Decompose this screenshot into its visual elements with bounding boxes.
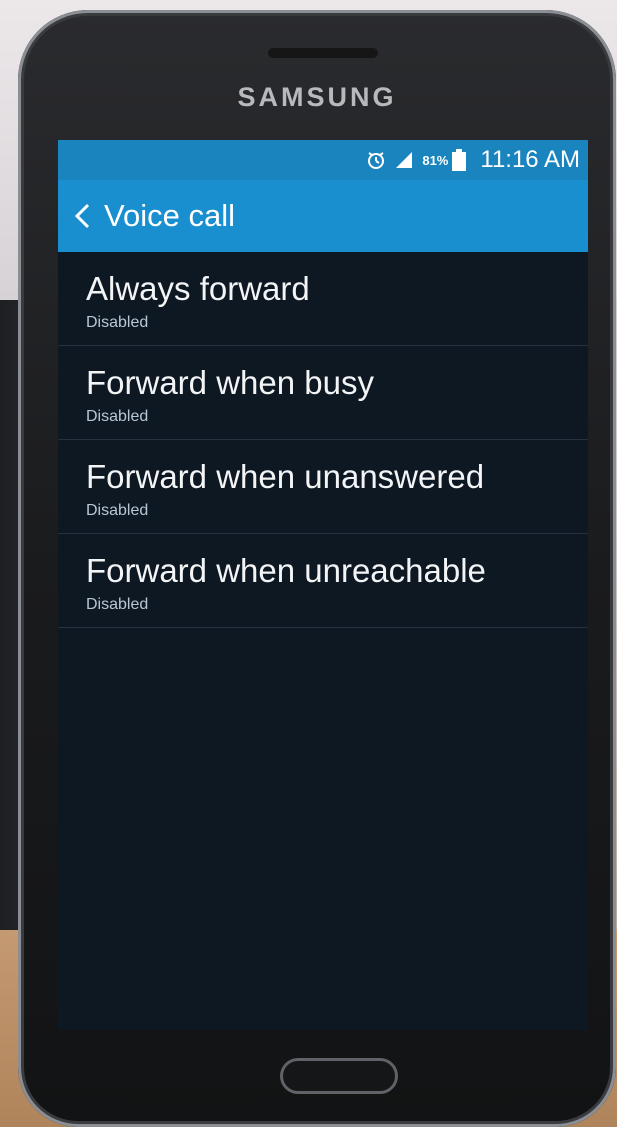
phone-screen: 81% 11:16 AM Voice call Always forward D… (58, 140, 588, 1030)
chevron-left-icon[interactable] (72, 201, 94, 231)
status-bar: 81% 11:16 AM (58, 140, 588, 180)
setting-title: Forward when unreachable (86, 552, 486, 589)
signal-icon (394, 150, 414, 170)
setting-forward-when-busy[interactable]: Forward when busy Disabled (58, 346, 588, 440)
setting-title: Forward when busy (86, 364, 374, 401)
setting-always-forward[interactable]: Always forward Disabled (58, 252, 588, 346)
clock: 11:16 AM (480, 146, 580, 173)
setting-title: Always forward (86, 270, 310, 307)
battery-icon (452, 149, 467, 171)
setting-status: Disabled (86, 408, 149, 425)
setting-status: Disabled (86, 502, 149, 519)
setting-forward-when-unreachable[interactable]: Forward when unreachable Disabled (58, 534, 588, 628)
brand-logo: SAMSUNG (237, 82, 397, 112)
home-button[interactable] (280, 1058, 398, 1094)
setting-status: Disabled (86, 596, 149, 613)
setting-title: Forward when unanswered (86, 458, 485, 495)
screen-title[interactable]: Voice call (104, 198, 235, 234)
forwarding-settings-list: Always forward Disabled Forward when bus… (58, 252, 588, 628)
setting-status: Disabled (86, 314, 149, 331)
action-bar: Voice call (58, 180, 588, 252)
battery-percent: 81% (422, 152, 449, 168)
phone-body: SAMSUNG 81% 11:16 AM Voice call Always f… (18, 10, 616, 1127)
setting-forward-when-unanswered[interactable]: Forward when unanswered Disabled (58, 440, 588, 534)
earpiece-speaker (268, 48, 378, 58)
alarm-icon (366, 150, 386, 170)
